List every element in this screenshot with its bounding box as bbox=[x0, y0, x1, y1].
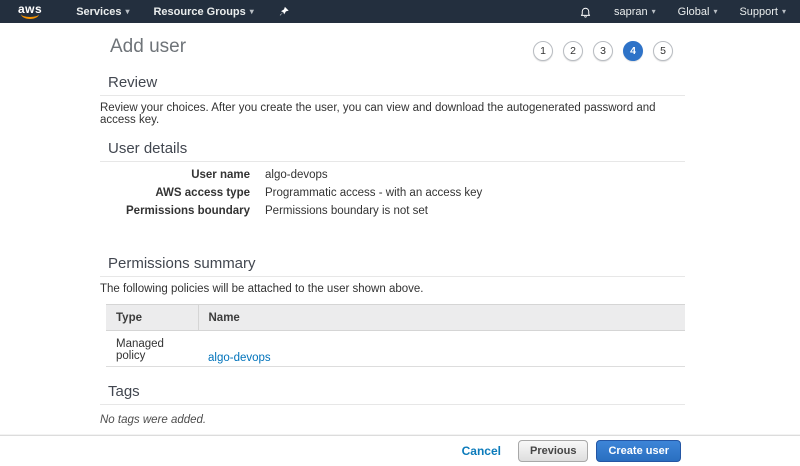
nav-item-services[interactable]: Services ▾ bbox=[76, 6, 129, 18]
user-details-section: User details User name algo-devops AWS a… bbox=[100, 140, 685, 223]
table-row: Managed policy algo-devops bbox=[106, 331, 685, 367]
nav-item-account[interactable]: sapran ▾ bbox=[614, 6, 656, 18]
column-header-name: Name bbox=[198, 304, 685, 331]
divider bbox=[100, 95, 685, 96]
wizard-step-1[interactable]: 1 bbox=[533, 41, 553, 61]
detail-value: Permissions boundary is not set bbox=[265, 205, 428, 217]
chevron-down-icon: ▾ bbox=[781, 6, 786, 16]
wizard-step-2[interactable]: 2 bbox=[563, 41, 583, 61]
detail-value: algo-devops bbox=[265, 169, 328, 181]
permissions-description: The following policies will be attached … bbox=[100, 283, 424, 295]
detail-row-access-type: AWS access type Programmatic access - wi… bbox=[100, 187, 685, 205]
nav-item-label: Support bbox=[739, 5, 778, 18]
detail-value: Programmatic access - with an access key bbox=[265, 187, 483, 199]
chevron-down-icon: ▾ bbox=[125, 6, 130, 16]
tags-section: Tags No tags were added. bbox=[100, 383, 685, 426]
wizard-step-4-active[interactable]: 4 bbox=[623, 41, 643, 61]
detail-label: AWS access type bbox=[155, 187, 250, 199]
nav-item-label: Global bbox=[677, 5, 710, 18]
policy-type-cell: Managed policy bbox=[116, 338, 164, 362]
chevron-down-icon: ▾ bbox=[651, 6, 656, 16]
detail-label: Permissions boundary bbox=[126, 205, 250, 217]
review-heading: Review bbox=[108, 74, 158, 91]
divider bbox=[100, 161, 685, 162]
column-header-type: Type bbox=[106, 304, 199, 331]
policy-table-header-row: Type Name bbox=[106, 304, 685, 331]
review-description: Review your choices. After you create th… bbox=[100, 102, 656, 126]
policy-name-link[interactable]: algo-devops bbox=[208, 352, 271, 364]
add-user-page: aws Services ▾ Resource Groups ▾ sapran … bbox=[0, 0, 800, 466]
detail-label: User name bbox=[191, 169, 250, 181]
permissions-summary-heading: Permissions summary bbox=[108, 255, 256, 272]
chevron-down-icon: ▾ bbox=[713, 6, 718, 16]
wizard-step-3[interactable]: 3 bbox=[593, 41, 613, 61]
wizard-step-indicator: 1 2 3 4 5 bbox=[533, 41, 673, 61]
page-title: Add user bbox=[110, 36, 187, 57]
review-section: Review Review your choices. After you cr… bbox=[100, 74, 685, 126]
divider bbox=[100, 276, 685, 277]
policy-name-cell: algo-devops bbox=[198, 331, 685, 367]
nav-item-resource-groups[interactable]: Resource Groups ▾ bbox=[153, 6, 253, 18]
previous-button[interactable]: Previous bbox=[517, 440, 589, 462]
pushpin-icon[interactable] bbox=[278, 5, 290, 18]
aws-smile-icon bbox=[21, 14, 40, 19]
nav-item-label: sapran bbox=[613, 5, 648, 18]
nav-right-group: sapran ▾ Global ▾ Support ▾ bbox=[579, 5, 786, 19]
chevron-down-icon: ▾ bbox=[249, 6, 254, 16]
main-content: Review Review your choices. After you cr… bbox=[100, 70, 685, 426]
wizard-step-5[interactable]: 5 bbox=[653, 41, 673, 61]
nav-item-region[interactable]: Global ▾ bbox=[678, 6, 718, 18]
detail-row-user-name: User name algo-devops bbox=[100, 169, 685, 187]
cancel-button[interactable]: Cancel bbox=[462, 444, 501, 458]
create-user-button[interactable]: Create user bbox=[596, 440, 681, 462]
user-details-heading: User details bbox=[108, 140, 188, 157]
policy-table: Type Name Managed policy algo-devops bbox=[106, 304, 685, 367]
wizard-footer: Cancel Previous Create user bbox=[0, 435, 800, 466]
user-details-list: User name algo-devops AWS access type Pr… bbox=[100, 169, 685, 223]
nav-item-label: Services bbox=[76, 5, 122, 18]
tags-empty-text: No tags were added. bbox=[100, 414, 207, 426]
tags-heading: Tags bbox=[108, 383, 140, 400]
divider bbox=[100, 404, 685, 405]
top-navbar: aws Services ▾ Resource Groups ▾ sapran … bbox=[0, 0, 800, 23]
aws-logo[interactable]: aws bbox=[18, 3, 42, 19]
detail-row-permissions-boundary: Permissions boundary Permissions boundar… bbox=[100, 205, 685, 223]
notification-bell-icon[interactable] bbox=[579, 5, 592, 19]
permissions-summary-section: Permissions summary The following polici… bbox=[100, 255, 685, 367]
nav-item-support[interactable]: Support ▾ bbox=[739, 6, 786, 18]
nav-item-label: Resource Groups bbox=[153, 5, 246, 18]
nav-left-group: Services ▾ Resource Groups ▾ bbox=[76, 5, 290, 18]
